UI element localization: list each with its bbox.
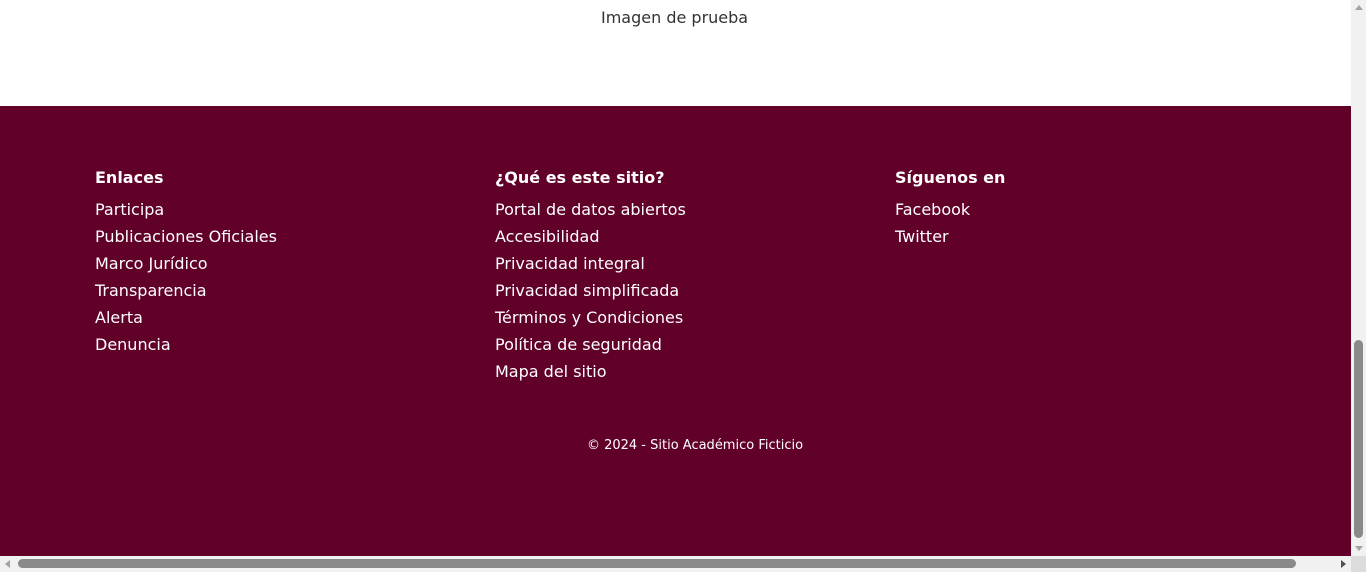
footer-links-que-es-este-sitio: Portal de datos abiertos Accesibilidad P… [495,196,875,385]
link-transparencia[interactable]: Transparencia [95,281,207,300]
link-privacidad-simplificada[interactable]: Privacidad simplificada [495,281,679,300]
list-item: Privacidad integral [495,250,875,277]
vertical-scrollbar-thumb[interactable] [1354,340,1363,538]
list-item: Publicaciones Oficiales [95,223,475,250]
list-item: Twitter [895,223,1275,250]
footer-column-que-es-este-sitio: ¿Qué es este sitio? Portal de datos abie… [495,166,875,385]
link-privacidad-integral[interactable]: Privacidad integral [495,254,645,273]
link-mapa-sitio[interactable]: Mapa del sitio [495,362,606,381]
copyright-text: © 2024 - Sitio Académico Ficticio [586,438,804,453]
list-item: Accesibilidad [495,223,875,250]
content-area: Imagen de prueba [0,0,1351,106]
scroll-up-arrow-icon[interactable] [1351,0,1366,15]
footer-links-enlaces: Participa Publicaciones Oficiales Marco … [95,196,475,358]
list-item: Marco Jurídico [95,250,475,277]
footer-column-siguenos-en: Síguenos en Facebook Twitter [895,166,1275,250]
scrollbar-corner [1351,556,1366,572]
list-item: Alerta [95,304,475,331]
scroll-left-arrow-icon[interactable] [0,556,15,572]
horizontal-scrollbar[interactable] [0,556,1351,572]
link-twitter[interactable]: Twitter [895,227,949,246]
image-alt-text: Imagen de prueba [601,8,749,27]
list-item: Transparencia [95,277,475,304]
footer-links-siguenos-en: Facebook Twitter [895,196,1275,250]
list-item: Términos y Condiciones [495,304,875,331]
broken-test-image: Imagen de prueba [598,8,748,28]
horizontal-scrollbar-thumb[interactable] [18,559,1296,568]
link-participa[interactable]: Participa [95,200,164,219]
site-footer: Enlaces Participa Publicaciones Oficiale… [0,106,1351,556]
footer-heading-enlaces: Enlaces [95,168,164,187]
link-alerta[interactable]: Alerta [95,308,143,327]
list-item: Participa [95,196,475,223]
scroll-down-arrow-icon[interactable] [1351,541,1366,556]
list-item: Política de seguridad [495,331,875,358]
link-politica-seguridad[interactable]: Política de seguridad [495,335,662,354]
link-publicaciones-oficiales[interactable]: Publicaciones Oficiales [95,227,277,246]
link-portal-datos-abiertos[interactable]: Portal de datos abiertos [495,200,686,219]
list-item: Denuncia [95,331,475,358]
list-item: Portal de datos abiertos [495,196,875,223]
list-item: Facebook [895,196,1275,223]
link-denuncia[interactable]: Denuncia [95,335,171,354]
browser-page: Imagen de prueba Enlaces Participa Publi… [0,0,1366,572]
list-item: Mapa del sitio [495,358,875,385]
link-accesibilidad[interactable]: Accesibilidad [495,227,600,246]
vertical-scrollbar[interactable] [1351,0,1366,556]
scroll-right-arrow-icon[interactable] [1336,556,1351,572]
page-viewport: Imagen de prueba Enlaces Participa Publi… [0,0,1351,556]
link-marco-juridico[interactable]: Marco Jurídico [95,254,208,273]
link-facebook[interactable]: Facebook [895,200,970,219]
list-item: Privacidad simplificada [495,277,875,304]
footer-heading-siguenos-en: Síguenos en [895,168,1006,187]
footer-heading-que-es-este-sitio: ¿Qué es este sitio? [495,168,665,187]
footer-column-enlaces: Enlaces Participa Publicaciones Oficiale… [95,166,475,358]
link-terminos-condiciones[interactable]: Términos y Condiciones [495,308,683,327]
